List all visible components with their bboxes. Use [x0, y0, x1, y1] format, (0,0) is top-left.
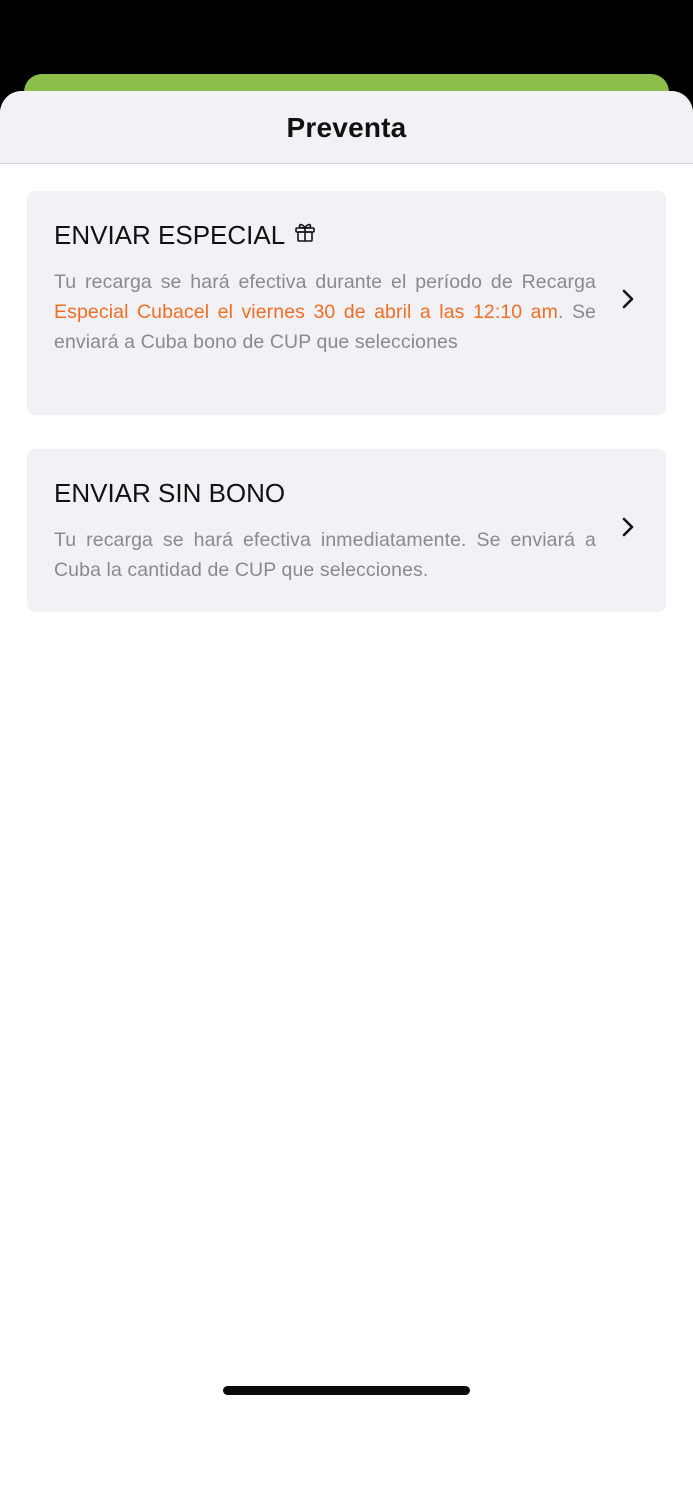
- send-no-bonus-title: ENVIAR SIN BONO: [54, 478, 286, 508]
- send-special-title: ENVIAR ESPECIAL: [54, 220, 286, 250]
- send-special-option[interactable]: ENVIAR ESPECIAL Tu recarga se hará efect…: [27, 191, 666, 415]
- chevron-right-icon: [622, 517, 634, 537]
- send-special-desc-highlight: Especial Cubacel el viernes 30 de abril …: [54, 301, 558, 323]
- send-special-desc-start: Tu recarga se hará efectiva durante el p…: [54, 271, 596, 293]
- send-no-bonus-description: Tu recarga se hará efectiva inmediatamen…: [54, 529, 596, 581]
- gift-icon: [295, 223, 316, 242]
- chevron-right-icon: [622, 289, 634, 309]
- send-special-description: Tu recarga se hará efectiva durante el p…: [54, 267, 596, 357]
- send-special-title-row: ENVIAR ESPECIAL: [54, 220, 596, 250]
- sheet-header: Preventa: [0, 91, 693, 164]
- send-no-bonus-title-row: ENVIAR SIN BONO: [54, 478, 596, 508]
- home-indicator[interactable]: [223, 1386, 470, 1395]
- send-no-bonus-option[interactable]: ENVIAR SIN BONO Tu recarga se hará efect…: [27, 449, 666, 612]
- preventa-sheet: Preventa ENVIAR ESPECIAL Tu recarga se h…: [0, 91, 693, 1500]
- sheet-title: Preventa: [286, 111, 407, 143]
